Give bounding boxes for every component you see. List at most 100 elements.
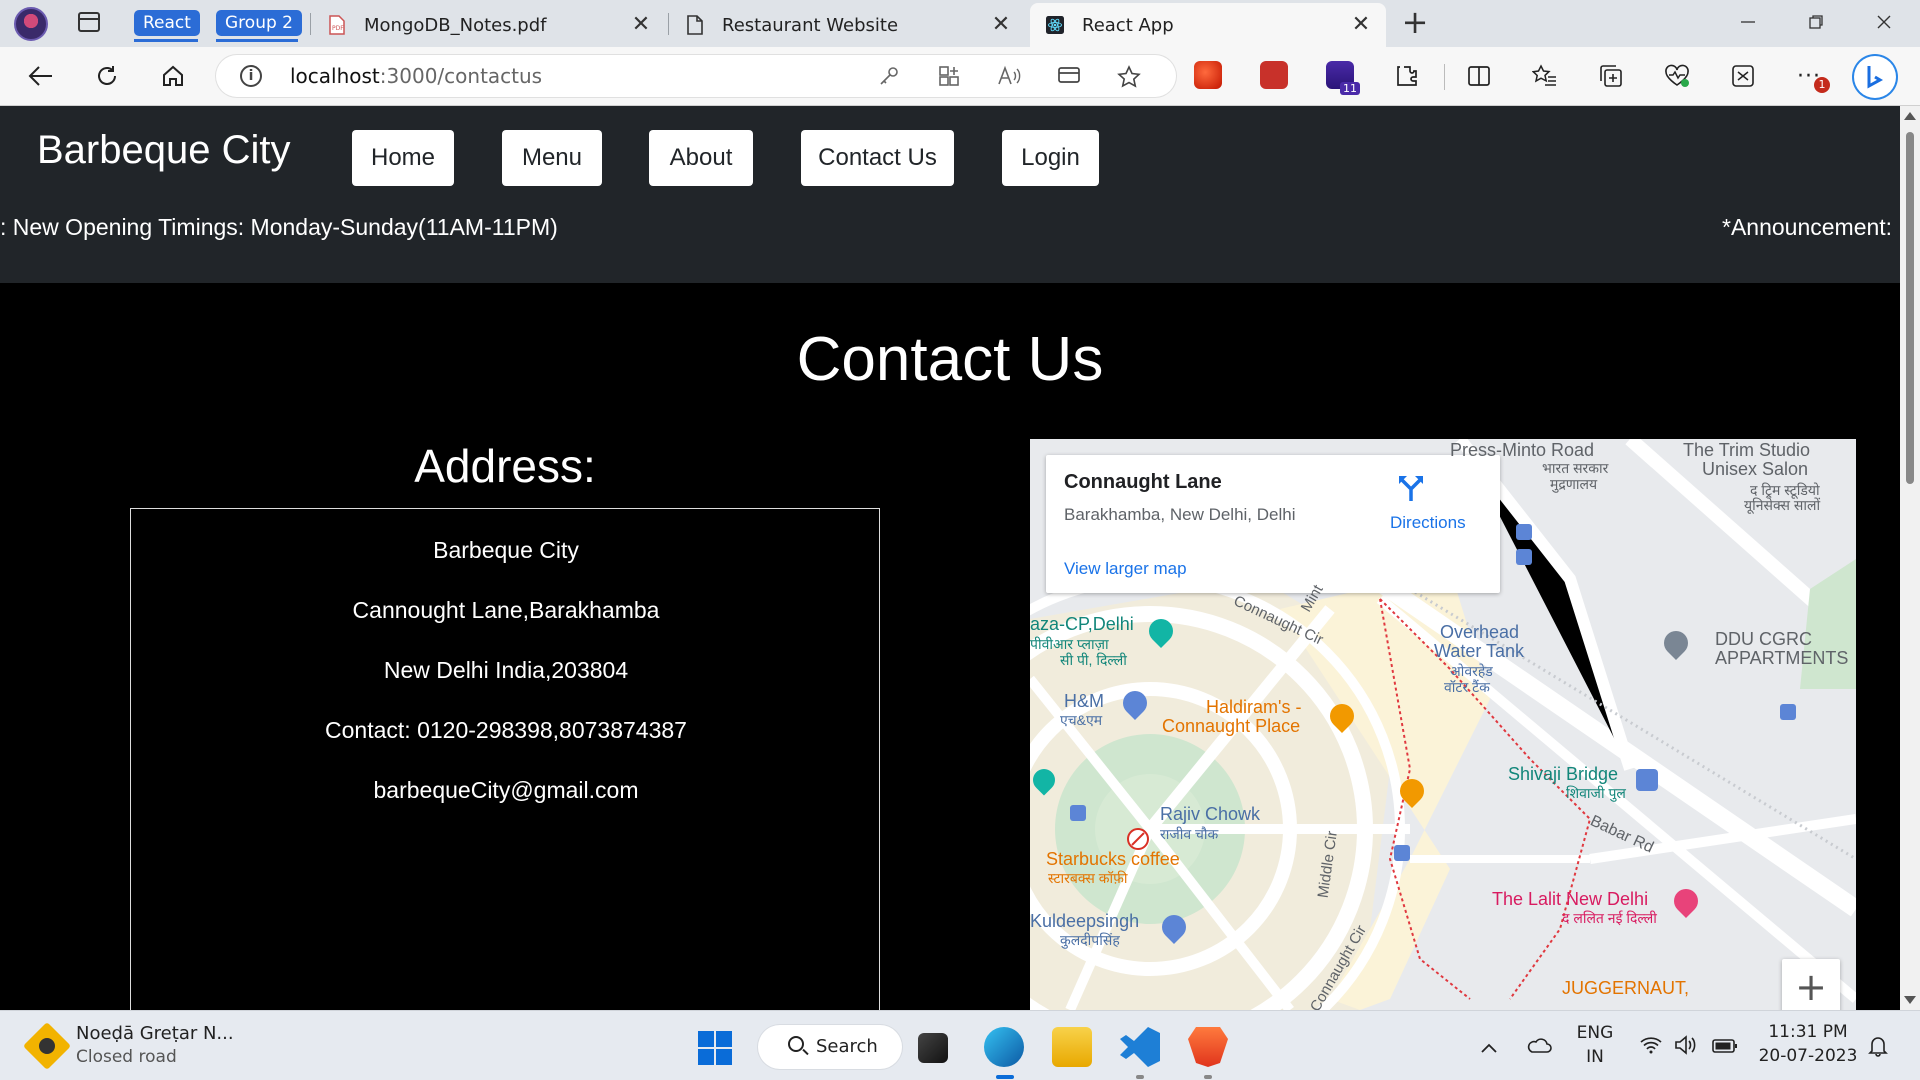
bus-stop-icon[interactable] [1516,549,1532,565]
read-aloud-icon[interactable] [996,65,1022,89]
language-indicator[interactable]: ENG [1574,1023,1616,1043]
nav-menu-button[interactable]: Menu [502,130,602,186]
tab-restaurant-website[interactable]: Restaurant Website ✕ [670,3,1026,47]
bus-stop-icon[interactable] [1780,704,1796,720]
clock-time[interactable]: 11:31 PM [1758,1022,1858,1042]
favorites-icon[interactable] [1530,61,1560,91]
onedrive-cloud-icon[interactable] [1526,1035,1552,1059]
map-label-unisex-salon: Unisex Salon [1702,459,1809,479]
browser-essentials-icon[interactable] [1662,61,1692,91]
vscode-icon[interactable] [1120,1027,1160,1067]
directions-link[interactable]: Directions [1390,513,1466,533]
tab-separator [310,13,311,35]
home-button[interactable] [158,61,188,91]
close-icon[interactable]: ✕ [630,14,652,36]
split-screen-icon[interactable] [1464,61,1494,91]
map-label-ddu-cgrc: DDU CGRC [1715,629,1812,649]
file-explorer-icon[interactable] [1052,1027,1092,1067]
collections-icon[interactable] [1596,61,1626,91]
map-label-rajiv-hi: राजीव चौक [1160,826,1219,842]
widget-title[interactable]: Noeḍā Greṭar N... [76,1023,234,1044]
map-label-press-minto: Press-Minto Road [1450,440,1595,460]
taskbar-search[interactable]: Search [758,1025,902,1069]
battery-icon[interactable] [1712,1035,1738,1059]
address-card: Barbeque City Cannought Lane,Barakhamba … [130,508,880,1010]
map-label-trim-studio: The Trim Studio [1683,440,1811,460]
nav-login-button[interactable]: Login [1002,130,1099,186]
extensions-icon[interactable] [1392,61,1422,91]
tab-group-react[interactable]: React [134,10,200,36]
back-button[interactable] [26,61,56,91]
address-heading: Address: [414,440,596,492]
close-window-button[interactable] [1864,8,1904,38]
minimize-button[interactable] [1728,8,1768,38]
wifi-icon[interactable] [1640,1035,1662,1059]
tab-react-app[interactable]: React App ✕ [1030,3,1386,47]
pdf-icon: PDF [328,15,346,35]
bus-stop-icon[interactable] [1516,524,1532,540]
tab-group-2[interactable]: Group 2 [216,10,302,36]
road-closure-icon[interactable] [22,1021,72,1071]
scroll-thumb[interactable] [1906,132,1914,484]
start-button[interactable] [698,1031,732,1065]
bus-stop-icon[interactable] [1070,805,1086,821]
search-label: Search [816,1036,878,1057]
extension-cap-icon[interactable]: 11 [1326,61,1360,95]
announcement-marquee-next: *Announcement: [1722,214,1893,240]
wallet-icon[interactable] [1056,65,1082,89]
extension-badge: 11 [1340,82,1360,95]
widget-subtitle: Closed road [76,1047,177,1067]
workspaces-icon[interactable] [78,12,100,32]
brave-icon[interactable] [1188,1027,1228,1067]
key-icon[interactable] [876,65,902,89]
notification-bell-icon[interactable] [1868,1035,1888,1062]
close-icon[interactable]: ✕ [1350,14,1372,36]
bus-stop-icon[interactable] [1394,845,1410,861]
running-indicator [1136,1075,1144,1079]
extension-grid-icon[interactable] [1260,61,1288,89]
place-name: Connaught Lane [1064,471,1222,493]
nav-about-button[interactable]: About [649,130,753,186]
map-label-lalit-hi: द ललित नई दिल्ली [1562,910,1657,926]
nav-contact-button[interactable]: Contact Us [801,130,954,186]
tab-title: React App [1082,14,1174,36]
address-line-email: barbequeCity@gmail.com [373,777,639,803]
clock-date[interactable]: 20-07-2023 [1758,1046,1858,1066]
directions-icon[interactable] [1396,473,1426,503]
scroll-up-arrow-icon[interactable] [1904,112,1916,120]
nav-home-button[interactable]: Home [352,130,454,186]
zoom-in-button[interactable]: + [1782,959,1840,1010]
svg-text:PDF: PDF [332,25,344,32]
site-info-icon[interactable]: i [240,65,262,87]
scroll-down-arrow-icon[interactable] [1904,996,1916,1004]
new-tab-button[interactable]: + [1400,6,1430,38]
bus-stop-icon[interactable] [1636,769,1658,791]
profile-avatar[interactable] [14,7,48,41]
address-line-street: Cannought Lane,Barakhamba [352,597,660,623]
google-map-embed[interactable]: Connaught Lane Barakhamba, New Delhi, De… [1030,439,1856,1010]
app-available-icon[interactable] [936,65,962,89]
favorite-star-icon[interactable] [1116,65,1142,89]
tab-group-2-underline [216,39,298,42]
close-icon[interactable]: ✕ [990,14,1012,36]
brand-logo[interactable]: Barbeque City [37,128,290,173]
math-solver-icon[interactable] [1728,61,1758,91]
refresh-button[interactable] [92,61,122,91]
url-text[interactable]: localhost:3000/contactus [290,64,542,88]
extension-red-icon[interactable] [1194,61,1222,89]
view-larger-map-link[interactable]: View larger map [1064,559,1187,579]
more-options-icon[interactable]: ··· 1 [1794,61,1830,93]
show-hidden-icons-chevron-icon[interactable] [1480,1035,1498,1059]
map-label-plaza-cp: aza-CP,Delhi [1030,614,1134,634]
volume-icon[interactable] [1674,1035,1698,1060]
edge-icon[interactable] [984,1027,1024,1067]
page-scrollbar[interactable] [1900,106,1920,1010]
map-label-rajiv-chowk: Rajiv Chowk [1160,804,1261,824]
task-view-icon[interactable] [918,1033,948,1063]
copilot-icon[interactable] [1854,56,1896,98]
tab-mongodb-notes[interactable]: PDF MongoDB_Notes.pdf ✕ [312,3,666,47]
map-label-appartments: APPARTMENTS [1715,648,1849,668]
restore-button[interactable] [1796,8,1836,38]
toolbar-divider [1444,64,1445,90]
address-bar[interactable]: i localhost:3000/contactus [216,55,1176,97]
